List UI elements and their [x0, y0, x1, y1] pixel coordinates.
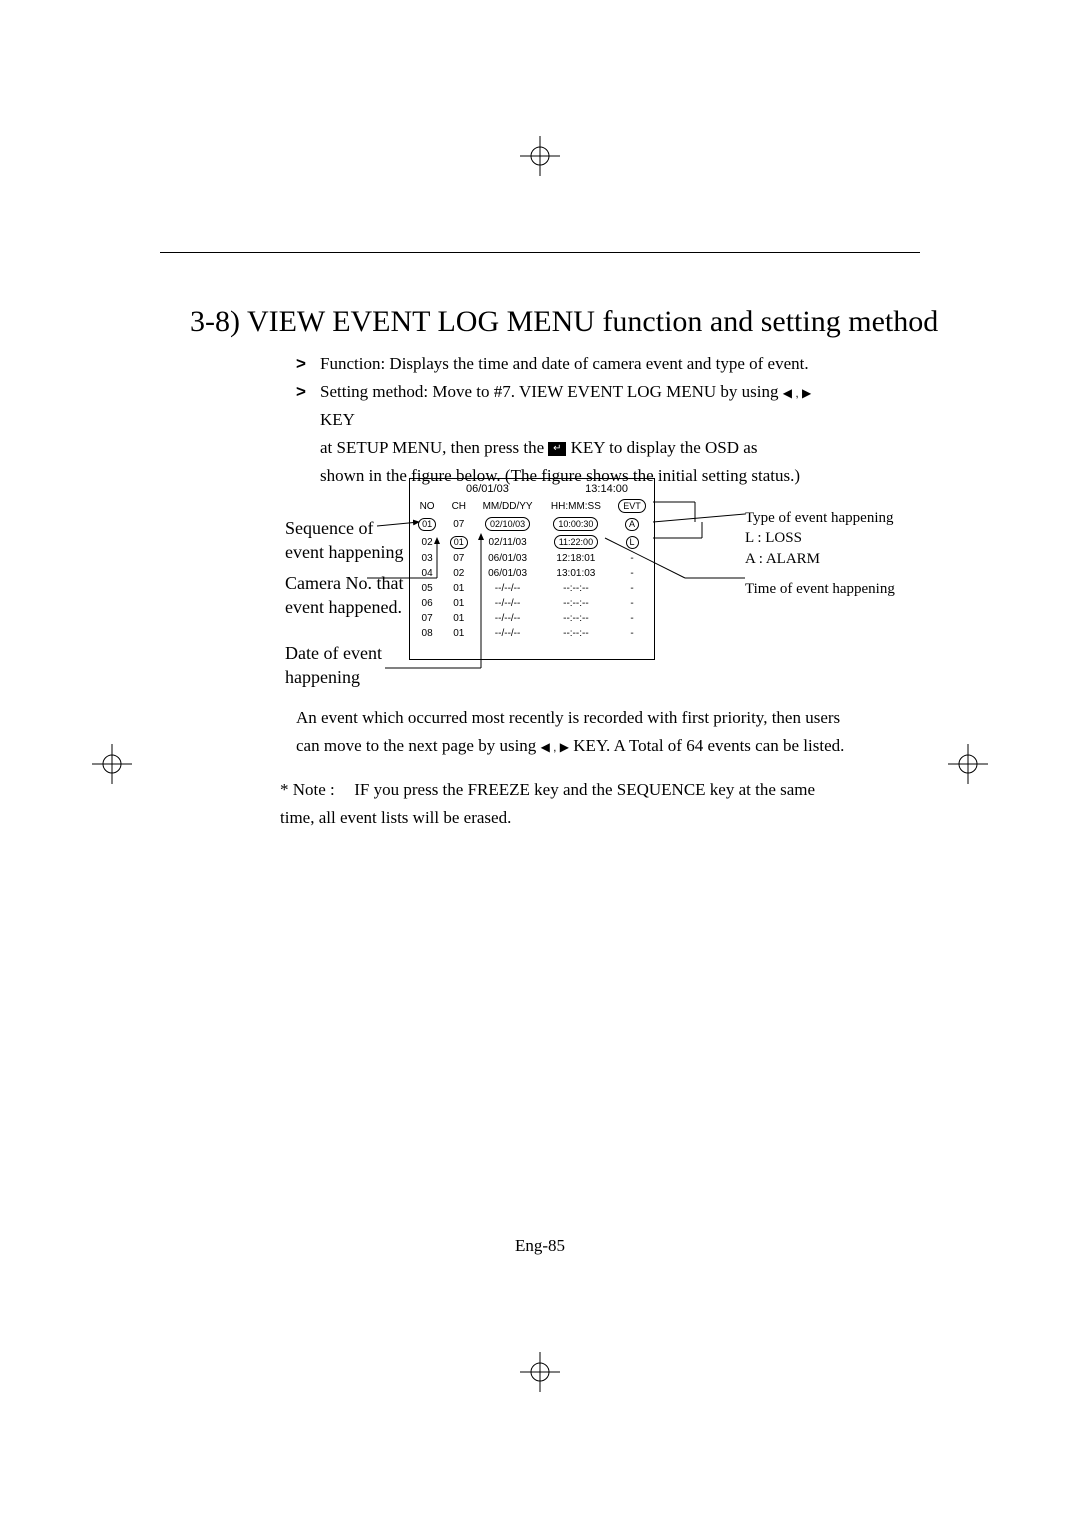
- osd-cell: 07: [410, 611, 444, 626]
- osd-col-dt: MM/DD/YY: [473, 497, 541, 515]
- ann-type-title: Type of event happening: [745, 508, 945, 528]
- osd-row: 0801--/--/----:--:---: [410, 626, 654, 641]
- osd-cell: 02/10/03: [473, 515, 541, 533]
- crop-mark-bottom: [520, 1352, 560, 1392]
- osd-cell: L: [610, 533, 654, 551]
- osd-row: 0701--/--/----:--:---: [410, 611, 654, 626]
- ann-time: Time of event happening: [745, 579, 945, 599]
- osd-cell: --/--/--: [473, 626, 541, 641]
- osd-cell: -: [610, 566, 654, 581]
- osd-cell: 01: [444, 533, 473, 551]
- osd-header-date: 06/01/03: [466, 483, 509, 495]
- osd-cell: --/--/--: [473, 611, 541, 626]
- osd-col-tm: HH:MM:SS: [542, 497, 610, 515]
- function-label: Function:: [320, 354, 385, 373]
- osd-cell: 06: [410, 596, 444, 611]
- bullet-icon: >: [296, 350, 320, 378]
- ann-camera: Camera No. that event happened.: [285, 571, 407, 620]
- osd-cell: --/--/--: [473, 581, 541, 596]
- osd-cell: 08: [410, 626, 444, 641]
- setting-line1a: Move to #7. VIEW EVENT LOG MENU by using: [432, 382, 782, 401]
- setting-line2a: at SETUP MENU, then press the: [320, 438, 548, 457]
- ann-type-alarm: A : ALARM: [745, 549, 945, 569]
- intro-block: > Function: Displays the time and date o…: [296, 350, 850, 490]
- left-annotations: Sequence of event happening Camera No. t…: [285, 516, 407, 690]
- setting-line2b: KEY to display the OSD as: [571, 438, 758, 457]
- section-heading: 3-8) VIEW EVENT LOG MENU function and se…: [190, 305, 938, 339]
- crop-mark-left: [92, 744, 132, 784]
- osd-cell: 06/01/03: [473, 551, 541, 566]
- para-b: KEY. A Total of 64 events can be listed.: [569, 736, 844, 755]
- osd-cell: 02: [410, 533, 444, 551]
- osd-col-no: NO: [410, 497, 444, 515]
- function-line: Function: Displays the time and date of …: [320, 350, 850, 378]
- osd-cell: 10:00:30: [542, 515, 610, 533]
- osd-header-time: 13:14:00: [585, 483, 628, 495]
- enter-key-icon: ↵: [548, 442, 566, 456]
- osd-cell: -: [610, 611, 654, 626]
- osd-row: 040206/01/0313:01:03-: [410, 566, 654, 581]
- crop-mark-right: [948, 744, 988, 784]
- osd-cell: 12:18:01: [542, 551, 610, 566]
- osd-cell: 03: [410, 551, 444, 566]
- osd-cell: 02: [444, 566, 473, 581]
- ann-sequence: Sequence of event happening: [285, 516, 407, 565]
- header-rule: [160, 252, 920, 253]
- note-label: * Note :: [280, 776, 350, 804]
- function-text: Displays the time and date of camera eve…: [389, 354, 808, 373]
- osd-cell: 04: [410, 566, 444, 581]
- osd-cell: -: [610, 581, 654, 596]
- right-annotations: Type of event happening L : LOSS A : ALA…: [745, 508, 945, 599]
- left-right-key-icon: ◀ , ▶: [783, 386, 811, 400]
- osd-cell: 01: [444, 611, 473, 626]
- paragraph: An event which occurred most recently is…: [296, 704, 850, 760]
- osd-cell: -: [610, 596, 654, 611]
- setting-line1b: KEY: [320, 410, 355, 429]
- osd-cell: -: [610, 626, 654, 641]
- osd-cell: --:--:--: [542, 611, 610, 626]
- osd-cell: 01: [444, 626, 473, 641]
- osd-cell: --/--/--: [473, 596, 541, 611]
- osd-col-ch: CH: [444, 497, 473, 515]
- note-text: IF you press the FREEZE key and the SEQU…: [280, 780, 815, 827]
- osd-cell: 07: [444, 551, 473, 566]
- osd-cell: -: [610, 551, 654, 566]
- osd-cell: --:--:--: [542, 581, 610, 596]
- osd-cell: 11:22:00: [542, 533, 610, 551]
- osd-cell: 06/01/03: [473, 566, 541, 581]
- osd-cell: 01: [444, 596, 473, 611]
- osd-cell: 07: [444, 515, 473, 533]
- osd-col-evt: EVT: [618, 499, 646, 513]
- osd-row: 010702/10/0310:00:30A: [410, 515, 654, 533]
- osd-screen: 06/01/03 13:14:00 NO CH MM/DD/YY HH:MM:S…: [409, 478, 655, 660]
- osd-cell: --:--:--: [542, 626, 610, 641]
- osd-table: NO CH MM/DD/YY HH:MM:SS EVT 010702/10/03…: [410, 497, 654, 641]
- osd-cell: --:--:--: [542, 596, 610, 611]
- osd-cell: 02/11/03: [473, 533, 541, 551]
- osd-cell: A: [610, 515, 654, 533]
- ann-type-loss: L : LOSS: [745, 528, 945, 548]
- ann-date: Date of event happening: [285, 641, 407, 690]
- note-block: * Note : IF you press the FREEZE key and…: [280, 776, 850, 832]
- osd-cell: 01: [410, 515, 444, 533]
- osd-cell: 01: [444, 581, 473, 596]
- setting-label: Setting method:: [320, 382, 428, 401]
- osd-cell: 13:01:03: [542, 566, 610, 581]
- left-right-key-icon: ◀ , ▶: [541, 740, 569, 754]
- bullet-icon: >: [296, 378, 320, 490]
- setting-method-block: Setting method: Move to #7. VIEW EVENT L…: [320, 378, 850, 490]
- page-number: Eng-85: [50, 1236, 1030, 1256]
- osd-row: 0601--/--/----:--:---: [410, 596, 654, 611]
- osd-cell: 05: [410, 581, 444, 596]
- osd-row: 030706/01/0312:18:01-: [410, 551, 654, 566]
- osd-row: 020102/11/0311:22:00L: [410, 533, 654, 551]
- osd-row: 0501--/--/----:--:---: [410, 581, 654, 596]
- crop-mark-top: [520, 136, 560, 176]
